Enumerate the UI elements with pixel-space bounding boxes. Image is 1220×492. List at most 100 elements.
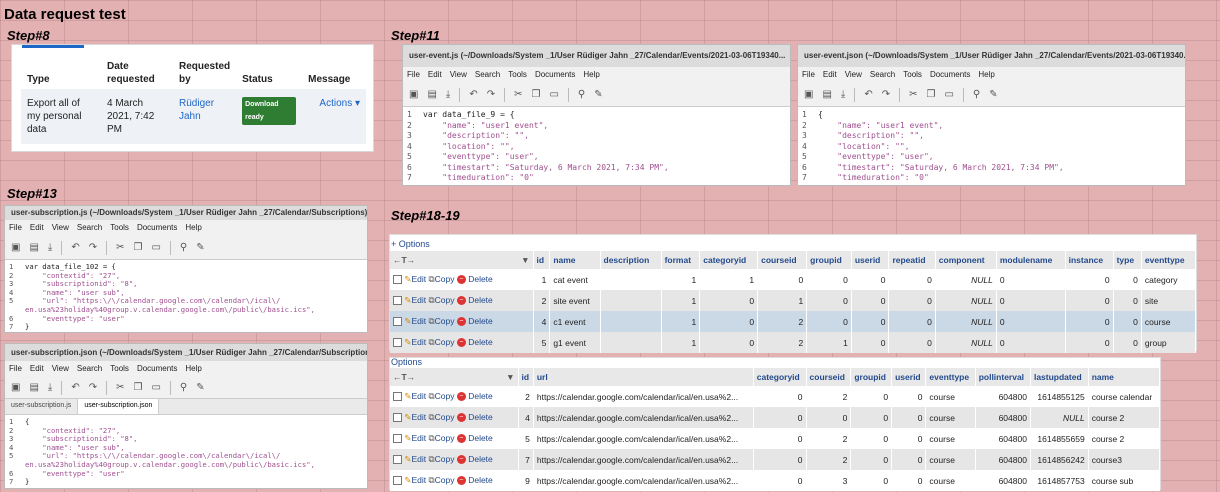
- replace-icon[interactable]: ✎: [196, 382, 204, 393]
- tab-subscription-js[interactable]: user-subscription.js: [5, 399, 79, 414]
- sort-arrows-icon[interactable]: ←T→: [393, 255, 415, 265]
- menu-tools[interactable]: Tools: [508, 70, 527, 79]
- copy-icon[interactable]: ❐: [134, 242, 143, 253]
- delete-link[interactable]: Delete: [468, 295, 493, 305]
- delete-link[interactable]: Delete: [468, 316, 493, 326]
- menu-help[interactable]: Help: [185, 364, 201, 373]
- paste-icon[interactable]: ▭: [944, 89, 953, 100]
- menu-search[interactable]: Search: [475, 70, 500, 79]
- delete-link[interactable]: Delete: [468, 433, 493, 443]
- menu-file[interactable]: File: [9, 364, 22, 373]
- menu-help[interactable]: Help: [978, 70, 994, 79]
- redo-icon[interactable]: ↷: [89, 382, 97, 393]
- open-icon[interactable]: ▤: [822, 89, 831, 100]
- th-name[interactable]: name: [1088, 368, 1161, 386]
- replace-icon[interactable]: ✎: [196, 242, 204, 253]
- edit-link[interactable]: Edit: [412, 454, 427, 464]
- menu-documents[interactable]: Documents: [137, 223, 177, 232]
- th-eventtype[interactable]: eventtype: [925, 368, 976, 386]
- table-row[interactable]: ✎Edit ⧉Copy − Delete 9 https://calendar.go…: [390, 470, 1161, 491]
- copy-link[interactable]: Copy: [435, 295, 455, 305]
- undo-icon[interactable]: ↶: [469, 89, 477, 100]
- menu-file[interactable]: File: [407, 70, 420, 79]
- edit-link[interactable]: Edit: [412, 412, 427, 422]
- th-pollinterval[interactable]: pollinterval: [975, 368, 1031, 386]
- paste-icon[interactable]: ▭: [151, 382, 160, 393]
- table-row[interactable]: ✎Edit ⧉Copy − Delete 5 g1 event 1 0 2 1 0 0 NULL 0…: [390, 332, 1197, 353]
- copy-link[interactable]: Copy: [435, 337, 455, 347]
- row-checkbox[interactable]: [393, 392, 402, 402]
- row-checkbox[interactable]: [393, 455, 402, 465]
- open-icon[interactable]: ▤: [427, 89, 436, 100]
- th-url[interactable]: url: [533, 368, 754, 386]
- replace-icon[interactable]: ✎: [989, 89, 997, 100]
- row-checkbox[interactable]: [393, 413, 402, 423]
- undo-icon[interactable]: ↶: [71, 242, 79, 253]
- menu-search[interactable]: Search: [77, 364, 102, 373]
- th-id[interactable]: id: [518, 368, 534, 386]
- undo-icon[interactable]: ↶: [864, 89, 872, 100]
- menu-view[interactable]: View: [450, 70, 467, 79]
- delete-link[interactable]: Delete: [468, 475, 493, 485]
- th-format[interactable]: format: [661, 251, 701, 269]
- menu-documents[interactable]: Documents: [930, 70, 970, 79]
- copy-link[interactable]: Copy: [435, 274, 455, 284]
- copy-link[interactable]: Copy: [435, 433, 455, 443]
- save-icon[interactable]: ⤓: [48, 382, 52, 393]
- table-row[interactable]: ✎Edit ⧉Copy − Delete 5 https://calendar.go…: [390, 428, 1161, 449]
- edit-link[interactable]: Edit: [412, 433, 427, 443]
- table-row[interactable]: ✎Edit ⧉Copy − Delete 7 https://calendar.go…: [390, 449, 1161, 470]
- table-row[interactable]: ✎Edit ⧉Copy − Delete 4 https://calendar.go…: [390, 407, 1161, 428]
- search-icon[interactable]: ⚲: [180, 382, 187, 393]
- edit-link[interactable]: Edit: [412, 391, 427, 401]
- save-icon[interactable]: ⤓: [48, 242, 52, 253]
- table-row[interactable]: ✎Edit ⧉Copy − Delete 2 site event 1 0 1 0 0 0 NUL…: [390, 290, 1197, 311]
- menu-search[interactable]: Search: [77, 223, 102, 232]
- code-area[interactable]: 1 var data_file_102 = {2 "contextid": "27…: [5, 260, 367, 332]
- search-icon[interactable]: ⚲: [180, 242, 187, 253]
- menu-help[interactable]: Help: [185, 223, 201, 232]
- menu-tools[interactable]: Tools: [110, 364, 129, 373]
- open-icon[interactable]: ▤: [29, 382, 38, 393]
- menu-view[interactable]: View: [845, 70, 862, 79]
- table-row[interactable]: ✎Edit ⧉Copy − Delete 2 https://calendar.go…: [390, 386, 1161, 407]
- menu-search[interactable]: Search: [870, 70, 895, 79]
- table-row[interactable]: ✎Edit ⧉Copy − Delete 4 c1 event 1 0 2 0 0 0 NULL 0…: [390, 311, 1197, 332]
- delete-link[interactable]: Delete: [468, 412, 493, 422]
- menu-tools[interactable]: Tools: [903, 70, 922, 79]
- th-name[interactable]: name: [549, 251, 601, 269]
- copy-icon[interactable]: ❐: [532, 89, 541, 100]
- cut-icon[interactable]: ✂: [909, 89, 917, 100]
- code-area[interactable]: 1{2 "name": "user1 event", 3 "description…: [798, 107, 1185, 185]
- th-categoryid[interactable]: categoryid: [753, 368, 807, 386]
- th-courseid[interactable]: courseid: [806, 368, 852, 386]
- paste-icon[interactable]: ▭: [549, 89, 558, 100]
- new-doc-icon[interactable]: ▣: [11, 382, 20, 393]
- th-id[interactable]: id: [533, 251, 551, 269]
- column-menu-icon[interactable]: ▼: [521, 255, 529, 265]
- edit-link[interactable]: Edit: [412, 475, 427, 485]
- menu-edit[interactable]: Edit: [823, 70, 837, 79]
- th-courseid[interactable]: courseid: [757, 251, 808, 269]
- th-component[interactable]: component: [935, 251, 997, 269]
- th-lastupdated[interactable]: lastupdated: [1030, 368, 1089, 386]
- th-description[interactable]: description: [600, 251, 662, 269]
- redo-icon[interactable]: ↷: [89, 242, 97, 253]
- redo-icon[interactable]: ↷: [882, 89, 890, 100]
- th-modulename[interactable]: modulename: [996, 251, 1066, 269]
- copy-icon[interactable]: ❐: [927, 89, 936, 100]
- replace-icon[interactable]: ✎: [594, 89, 602, 100]
- row-checkbox[interactable]: [393, 317, 402, 327]
- search-icon[interactable]: ⚲: [578, 89, 585, 100]
- copy-icon[interactable]: ❐: [134, 382, 143, 393]
- menu-documents[interactable]: Documents: [137, 364, 177, 373]
- row-checkbox[interactable]: [393, 296, 402, 306]
- th-userid[interactable]: userid: [851, 251, 890, 269]
- delete-link[interactable]: Delete: [468, 274, 493, 284]
- edit-link[interactable]: Edit: [412, 295, 427, 305]
- menu-tools[interactable]: Tools: [110, 223, 129, 232]
- th-instance[interactable]: instance: [1065, 251, 1114, 269]
- menu-documents[interactable]: Documents: [535, 70, 575, 79]
- code-area[interactable]: 1 var data_file_9 = {2 "name": "user1 eve…: [403, 107, 790, 185]
- menu-edit[interactable]: Edit: [30, 223, 44, 232]
